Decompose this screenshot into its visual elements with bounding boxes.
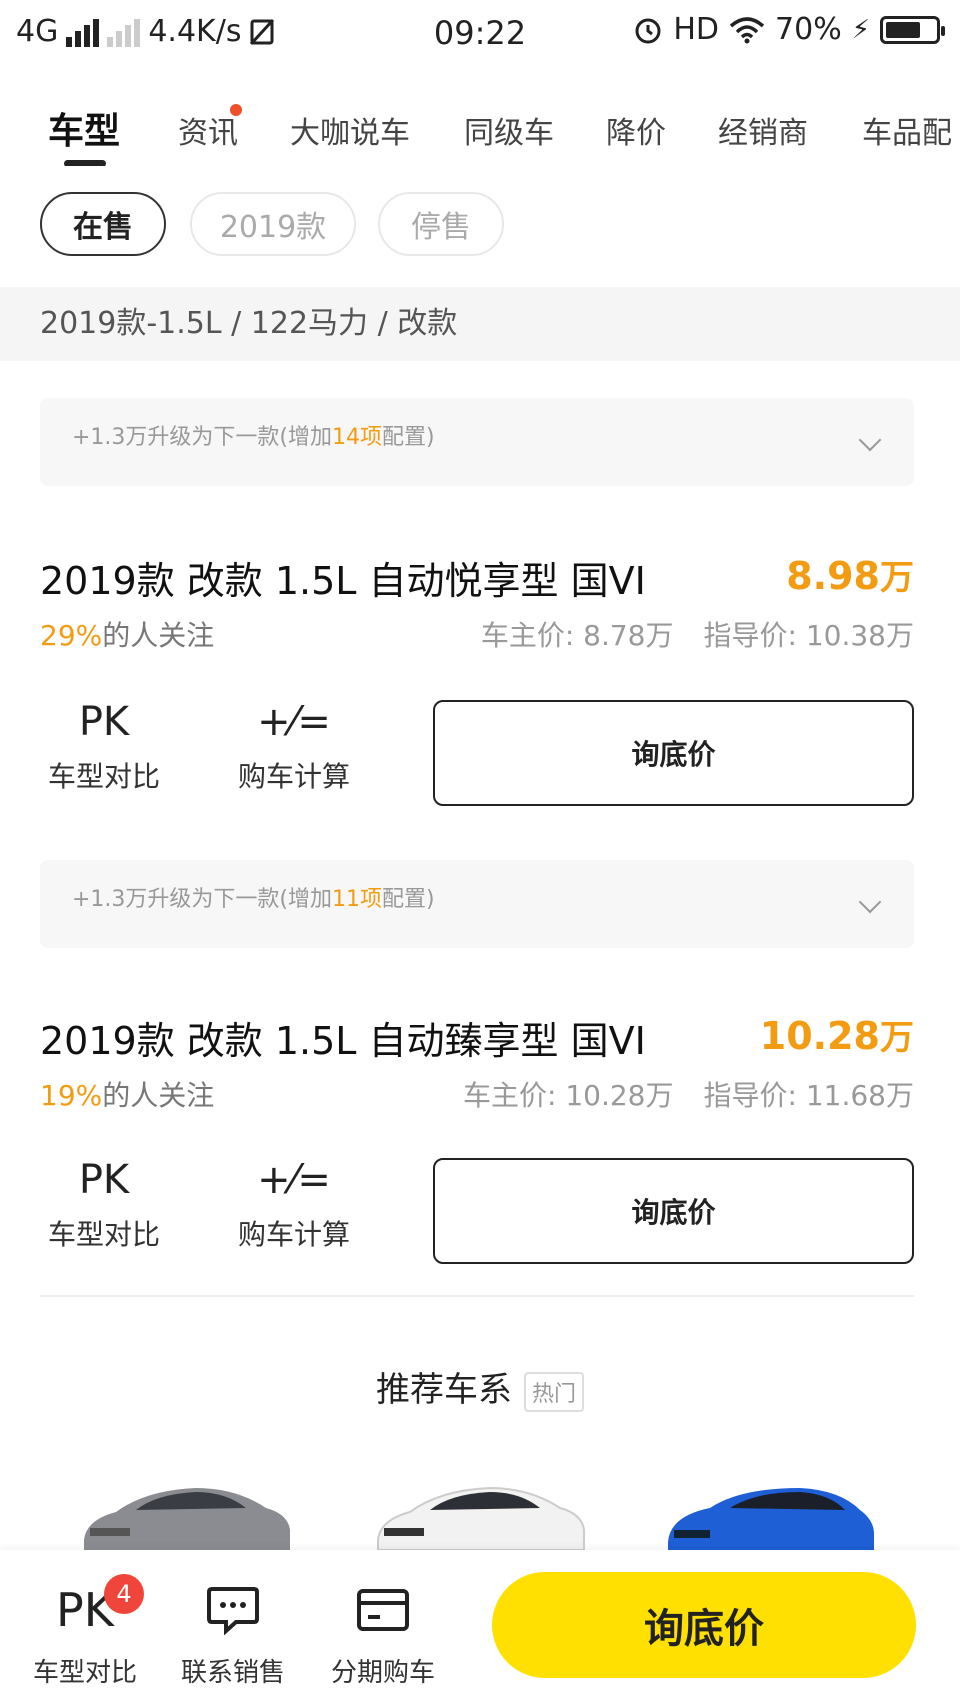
ask-price-button[interactable]: 询底价	[433, 1158, 914, 1264]
recommend-title: 推荐车系	[375, 1370, 512, 1410]
calculator-label: 购车计算	[237, 760, 350, 793]
ask-price-button[interactable]: 询底价	[433, 700, 914, 806]
tab-same-class[interactable]: 同级车	[464, 108, 554, 152]
car-price: 8.98万	[786, 550, 914, 599]
compare-label: 车型对比	[47, 1218, 160, 1251]
active-tab-indicator	[64, 160, 106, 166]
upgrade-hint[interactable]: +1.3万升级为下一款(增加14项配置)	[40, 398, 914, 486]
bottom-action-bar: PK 4 车型对比 联系销售 分期购车 询底价	[0, 1550, 960, 1706]
tab-dealers[interactable]: 经销商	[718, 108, 808, 152]
attention-text: 的人关注	[102, 1079, 215, 1112]
bottom-compare-button[interactable]: PK 4 车型对比	[20, 1574, 150, 1689]
price-details: 车主价: 10.28万 指导价: 11.68万	[463, 1074, 914, 1114]
hot-badge: 热门	[523, 1371, 584, 1412]
compare-count-badge: 4	[104, 1574, 144, 1614]
upgrade-prefix: +1.3万升级为下一款(增加	[72, 425, 333, 450]
filter-on-sale[interactable]: 在售	[40, 192, 166, 256]
guide-price: 指导价: 11.68万	[703, 1079, 915, 1112]
chevron-down-icon	[858, 428, 882, 452]
battery-percent: 70%	[775, 12, 842, 47]
bottom-ask-price-button[interactable]: 询底价	[492, 1572, 916, 1678]
calculator-icon: +⁄=	[257, 1157, 331, 1203]
news-dot	[230, 104, 242, 116]
filter-2019[interactable]: 2019款	[190, 192, 356, 256]
pk-icon: PK	[78, 699, 130, 745]
filter-discontinued[interactable]: 停售	[378, 192, 504, 256]
price-value: 10.28	[759, 1014, 880, 1058]
car-name[interactable]: 2019款 改款 1.5L 自动臻享型 国VI	[40, 1010, 646, 1065]
attention-text: 的人关注	[102, 619, 215, 652]
battery-icon	[880, 15, 945, 44]
attention-percent: 19%	[40, 1079, 103, 1112]
contact-sales-label: 联系销售	[180, 1658, 285, 1688]
compare-label: 车型对比	[47, 760, 160, 793]
calculator-tool[interactable]: +⁄= 购车计算	[224, 1155, 364, 1253]
calculator-tool[interactable]: +⁄= 购车计算	[224, 697, 364, 795]
price-value: 8.98	[786, 554, 880, 598]
attention-percent: 29%	[40, 619, 103, 652]
price-unit: 万	[880, 1018, 914, 1058]
upgrade-count: 11项	[332, 887, 383, 912]
contact-sales-button[interactable]: 联系销售	[168, 1580, 298, 1689]
compare-tool[interactable]: PK 车型对比	[34, 697, 174, 795]
owner-price: 车主价: 8.78万	[480, 619, 674, 652]
tab-expert-reviews[interactable]: 大咖说车	[290, 108, 410, 152]
recommended-car-image[interactable]	[370, 1470, 590, 1550]
compare-tool[interactable]: PK 车型对比	[34, 1155, 174, 1253]
engine-group-header: 2019款-1.5L / 122马力 / 改款	[0, 287, 960, 361]
recommended-car-image[interactable]	[76, 1470, 296, 1550]
battery-fill	[886, 21, 920, 38]
recommended-car-image[interactable]	[660, 1470, 880, 1550]
tab-news[interactable]: 资讯	[178, 108, 238, 152]
alarm-icon	[635, 18, 661, 43]
credit-card-icon	[318, 1580, 448, 1640]
top-tabs: 车型 资讯 大咖说车 同级车 降价 经销商 车品配	[0, 96, 960, 166]
owner-price: 车主价: 10.28万	[463, 1079, 674, 1112]
attention-rate: 19%的人关注	[40, 1074, 214, 1114]
chevron-down-icon	[858, 890, 882, 914]
status-bar: 4G 4.4K/s 09:22 HD 70% ⚡	[0, 0, 960, 70]
car-name[interactable]: 2019款 改款 1.5L 自动悦享型 国VI	[40, 550, 646, 605]
pk-icon: PK	[78, 1157, 130, 1203]
charging-icon: ⚡	[851, 14, 870, 45]
installment-label: 分期购车	[330, 1658, 435, 1688]
car-price: 10.28万	[760, 1010, 914, 1059]
recommend-header: 推荐车系 热门	[0, 1362, 960, 1412]
tab-accessories[interactable]: 车品配	[862, 108, 952, 152]
installment-button[interactable]: 分期购车	[318, 1580, 448, 1689]
upgrade-count: 14项	[332, 425, 383, 450]
price-unit: 万	[880, 558, 914, 598]
upgrade-suffix: 配置)	[382, 887, 435, 912]
bottom-compare-label: 车型对比	[32, 1658, 137, 1688]
upgrade-prefix: +1.3万升级为下一款(增加	[72, 887, 333, 912]
divider	[40, 1295, 914, 1297]
tab-price-drop[interactable]: 降价	[606, 108, 666, 152]
tab-models[interactable]: 车型	[48, 102, 120, 154]
chat-icon	[168, 1580, 298, 1640]
attention-rate: 29%的人关注	[40, 614, 214, 654]
price-details: 车主价: 8.78万 指导价: 10.38万	[481, 614, 914, 654]
guide-price: 指导价: 10.38万	[703, 619, 915, 652]
status-right: HD 70% ⚡	[633, 12, 945, 47]
calculator-label: 购车计算	[237, 1218, 350, 1251]
calculator-icon: +⁄=	[257, 699, 331, 745]
hd-indicator: HD	[673, 12, 720, 47]
upgrade-hint[interactable]: +1.3万升级为下一款(增加11项配置)	[40, 860, 914, 948]
wifi-icon	[729, 16, 765, 43]
upgrade-suffix: 配置)	[382, 425, 435, 450]
